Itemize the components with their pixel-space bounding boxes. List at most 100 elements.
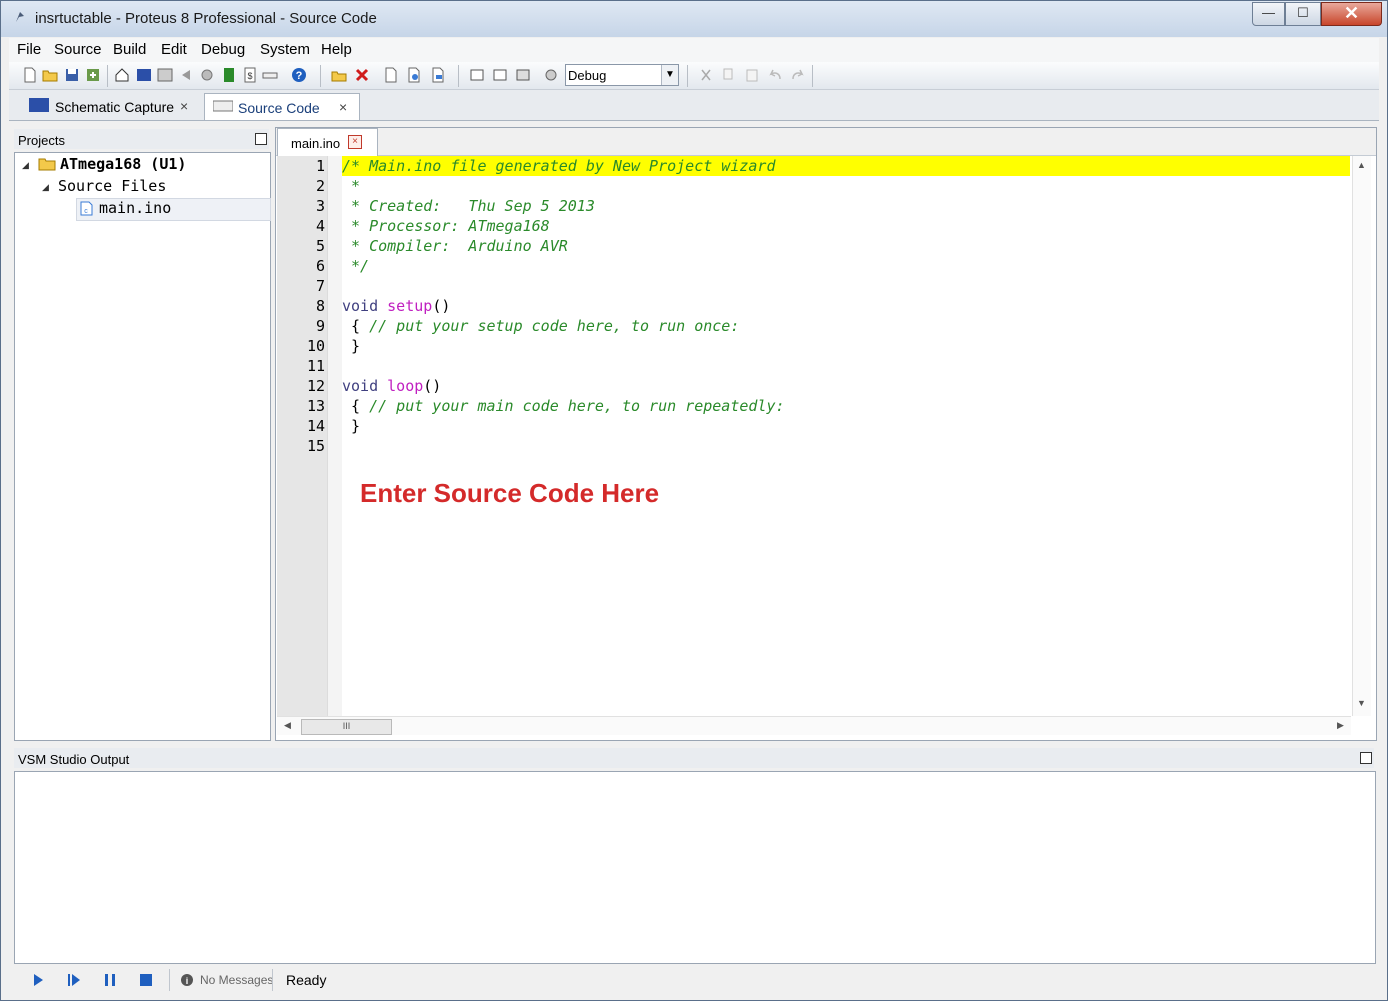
tree-project-root[interactable]: ATmega168 (U1) [60, 155, 186, 173]
menu-debug[interactable]: Debug [201, 41, 245, 58]
code-line[interactable]: * Compiler: Arduino AVR [342, 237, 568, 255]
code-token: { [342, 317, 370, 335]
close-icon[interactable]: × [180, 98, 188, 114]
messages-count[interactable]: No Messages [200, 973, 273, 987]
maximize-button[interactable]: ☐ [1285, 2, 1321, 26]
status-text: Ready [286, 972, 327, 988]
cut-icon[interactable] [698, 67, 714, 83]
code-token: * [342, 177, 361, 195]
line-number: 13 [306, 397, 325, 415]
menu-system[interactable]: System [260, 41, 310, 58]
line-number: 2 [315, 177, 325, 195]
output-panel [14, 771, 1376, 964]
vertical-scrollbar[interactable]: ▲ ▼ [1352, 156, 1371, 716]
code-line[interactable]: /* Main.ino file generated by New Projec… [342, 157, 775, 175]
build-config-icon[interactable] [543, 67, 559, 83]
stop-icon[interactable] [137, 971, 155, 989]
code-line[interactable]: * Created: Thu Sep 5 2013 [342, 197, 595, 215]
document-tabs: Schematic Capture × Source Code × [9, 90, 1379, 121]
help-icon[interactable]: ? [291, 67, 307, 83]
line-number: 11 [306, 357, 325, 375]
tab-source-code[interactable]: Source Code × [204, 93, 360, 120]
add-file-icon[interactable] [331, 67, 347, 83]
undo-icon[interactable] [767, 67, 783, 83]
chevron-down-icon[interactable]: ▼ [661, 65, 678, 85]
tab-label: Schematic Capture [55, 99, 175, 115]
code-line[interactable]: * [342, 177, 360, 195]
scroll-up-icon[interactable]: ▲ [1357, 160, 1366, 170]
code-token: setup [387, 297, 433, 315]
play-icon[interactable] [29, 971, 47, 989]
code-line[interactable]: * Processor: ATmega168 [342, 217, 550, 235]
build-icon[interactable] [469, 67, 485, 83]
menu-file[interactable]: File [17, 41, 41, 58]
status-separator [169, 969, 170, 991]
copy-icon[interactable] [721, 67, 737, 83]
minimize-button[interactable]: — [1252, 2, 1285, 26]
horizontal-scroll-thumb[interactable]: III [301, 719, 392, 735]
title-bar[interactable]: insrtuctable - Proteus 8 Professional - … [1, 1, 1387, 37]
code-line[interactable]: } [342, 337, 360, 355]
scroll-down-icon[interactable]: ▼ [1357, 698, 1366, 708]
copy-page-icon[interactable] [406, 67, 422, 83]
line-number: 15 [306, 437, 325, 455]
code-line[interactable]: */ [342, 257, 369, 275]
restore-panel-icon[interactable] [255, 133, 267, 145]
paste-page-icon[interactable] [430, 67, 446, 83]
close-window-button[interactable]: ✕ [1321, 2, 1382, 26]
blank-page-icon[interactable] [383, 67, 399, 83]
tab-schematic-capture[interactable]: Schematic Capture × [21, 93, 199, 119]
menu-edit[interactable]: Edit [161, 41, 187, 58]
tree-collapse-icon[interactable]: ◢ [22, 160, 29, 171]
step-icon[interactable] [65, 971, 83, 989]
code-token: */ [342, 257, 370, 275]
toolbar: $ ? Debug ▼ [9, 62, 1379, 90]
info-icon: i [181, 974, 193, 986]
home-icon[interactable] [114, 67, 130, 83]
code-line[interactable]: { // put your setup code here, to run on… [342, 317, 739, 335]
window-title: insrtuctable - Proteus 8 Professional - … [35, 10, 377, 27]
scroll-left-icon[interactable]: ◀ [284, 720, 291, 731]
menu-build[interactable]: Build [113, 41, 146, 58]
toolbar-separator [458, 65, 459, 87]
code-line[interactable]: { // put your main code here, to run rep… [342, 397, 785, 415]
horizontal-scrollbar[interactable]: ◀ III ▶ [277, 716, 1351, 735]
tree-file-main-ino[interactable]: main.ino [99, 199, 171, 217]
schematic-icon[interactable] [136, 67, 152, 83]
menu-help[interactable]: Help [321, 41, 352, 58]
projects-panel-title: Projects [18, 133, 65, 148]
close-icon[interactable]: × [339, 99, 347, 115]
close-icon[interactable]: × [348, 135, 362, 149]
pcb-icon[interactable] [157, 67, 173, 83]
editor-tab-label: main.ino [291, 136, 341, 151]
code-line[interactable]: void loop() [342, 377, 441, 395]
new-file-icon[interactable] [22, 67, 38, 83]
paste-icon[interactable] [744, 67, 760, 83]
scroll-right-icon[interactable]: ▶ [1337, 720, 1344, 731]
source-file-icon: c [80, 201, 93, 216]
pause-icon[interactable] [101, 971, 119, 989]
status-bar: i No Messages Ready [9, 965, 1379, 995]
back-icon[interactable] [178, 67, 194, 83]
code-line[interactable]: void setup() [342, 297, 450, 315]
build-config-select[interactable]: Debug ▼ [565, 64, 679, 86]
tree-collapse-icon[interactable]: ◢ [42, 182, 49, 193]
bom-icon[interactable] [221, 67, 237, 83]
import-icon[interactable] [85, 67, 101, 83]
tree-source-files[interactable]: Source Files [58, 177, 166, 195]
rebuild-icon[interactable] [492, 67, 508, 83]
open-folder-icon[interactable] [42, 67, 58, 83]
redo-icon[interactable] [790, 67, 806, 83]
ruler-icon[interactable] [262, 67, 278, 83]
gear-icon[interactable] [199, 67, 215, 83]
save-icon[interactable] [64, 67, 80, 83]
menu-source[interactable]: Source [54, 41, 102, 58]
delete-icon[interactable] [354, 67, 370, 83]
report-icon[interactable]: $ [242, 67, 258, 83]
code-token: loop [387, 377, 424, 395]
line-number: 1 [315, 157, 325, 175]
clean-icon[interactable] [515, 67, 531, 83]
code-line[interactable]: } [342, 417, 360, 435]
restore-panel-icon[interactable] [1360, 752, 1372, 764]
editor-tab-main-ino[interactable]: main.ino × [277, 128, 378, 156]
